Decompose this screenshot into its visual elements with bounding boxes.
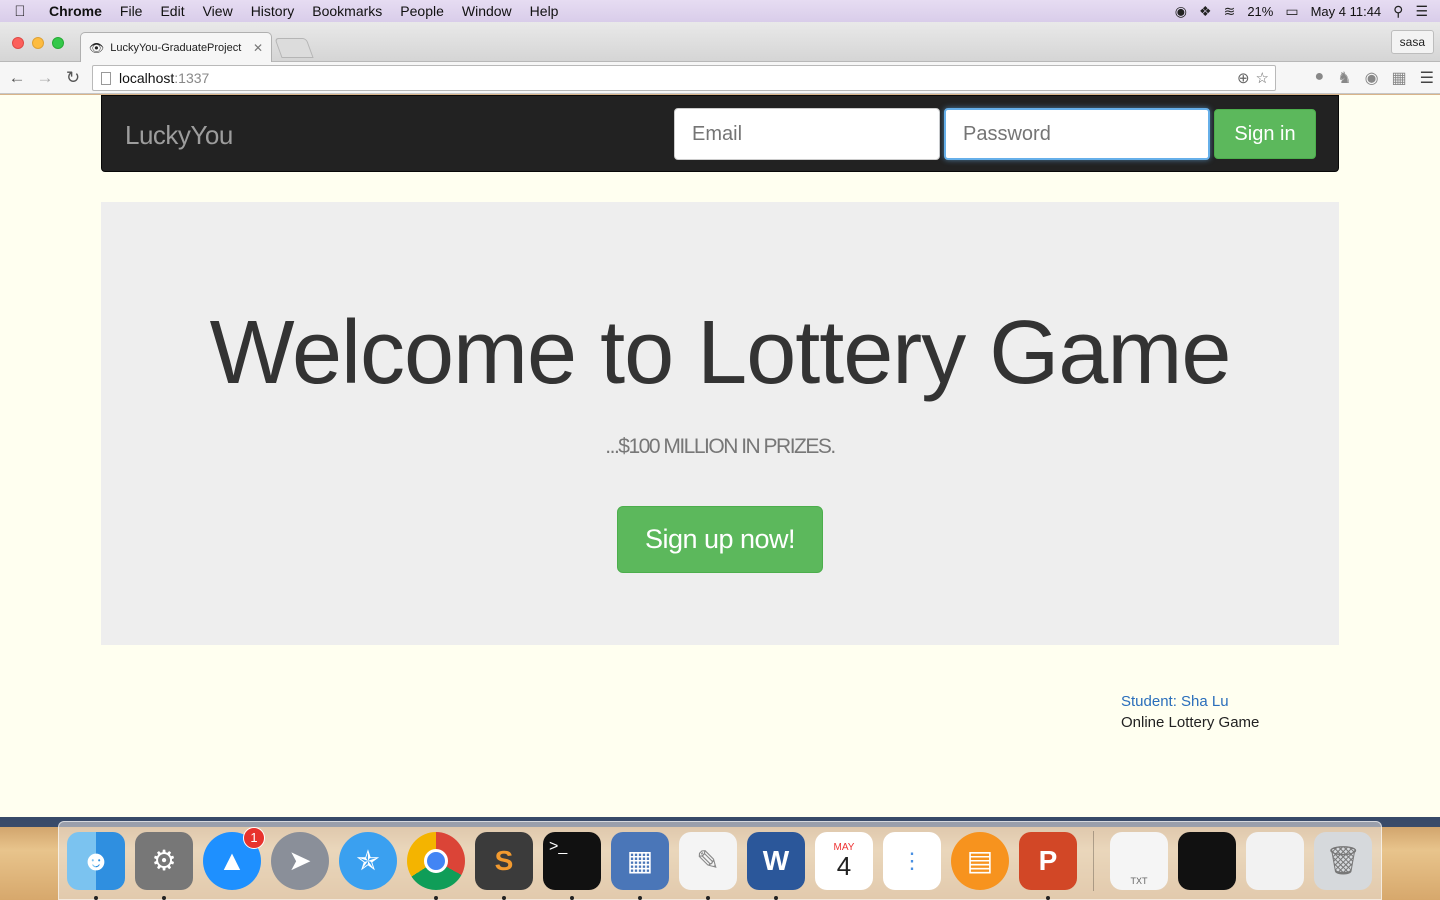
system-preferences-icon[interactable]: ⚙ [135, 831, 193, 900]
dock-separator [1093, 830, 1094, 891]
app-store-icon[interactable]: ▲ 1 [203, 826, 265, 890]
url-host: localhost [119, 70, 175, 86]
forward-arrow-icon[interactable]: → [31, 68, 59, 88]
tab-favicon-eye-icon: 👁 [89, 40, 105, 55]
dropbox-status-icon[interactable]: ❖ [1199, 3, 1212, 20]
chrome-icon[interactable] [407, 831, 465, 900]
calendar-icon[interactable]: MAY 4 [815, 831, 873, 890]
window-zoom-button[interactable] [52, 37, 64, 49]
extension-globe-icon[interactable]: ● [1315, 68, 1325, 88]
zoom-icon[interactable]: ⊕ [1237, 69, 1250, 87]
menu-view[interactable]: View [194, 3, 242, 19]
menu-help[interactable]: Help [521, 3, 568, 19]
finder-icon[interactable]: ☻ [67, 831, 125, 900]
powerpoint-icon[interactable]: P [1019, 831, 1077, 900]
site-brand[interactable]: LuckyYou [125, 120, 233, 151]
extension-puzzle-icon[interactable]: ▦ [1392, 68, 1407, 88]
menu-window[interactable]: Window [453, 3, 521, 19]
wifi-icon[interactable]: ≋ [1224, 3, 1236, 20]
safari-icon[interactable]: ✯ [339, 831, 397, 890]
tab-title: LuckyYou-GraduateProject [110, 41, 242, 54]
browser-tab-strip: 👁 LuckyYou-GraduateProject ✕ sasa [0, 22, 1440, 62]
textedit-icon[interactable]: ✎ [679, 831, 737, 900]
notification-center-icon[interactable]: ☰ [1415, 3, 1428, 20]
menu-clock[interactable]: May 4 11:44 [1311, 4, 1382, 19]
document-thumbnail-icon[interactable] [1246, 831, 1304, 890]
launchpad-icon[interactable]: ➤ [271, 831, 329, 890]
bookmark-star-icon[interactable]: ☆ [1256, 69, 1269, 87]
calendar-day: 4 [836, 851, 852, 881]
menu-extras: ◉ ❖ ≋ 21% ▭ May 4 11:44 ⚲ ☰ [1175, 3, 1440, 20]
menu-people[interactable]: People [391, 3, 453, 19]
address-bar[interactable]: localhost :1337 ⊕ ☆ [92, 65, 1276, 91]
txt-label: TXT [1130, 875, 1148, 886]
back-arrow-icon[interactable]: ← [3, 68, 31, 88]
alien-status-icon[interactable]: ◉ [1175, 3, 1187, 20]
chrome-menu-icon[interactable]: ☰ [1420, 68, 1434, 88]
page-icon [101, 71, 111, 85]
window-close-button[interactable] [12, 37, 24, 49]
extension-alien-icon[interactable]: ◉ [1365, 68, 1379, 88]
ibooks-icon[interactable]: ▤ [951, 831, 1009, 890]
profile-button[interactable]: sasa [1390, 30, 1434, 54]
extensions-area: ● ♞ ◉ ▦ ☰ [1315, 68, 1434, 88]
reminders-icon[interactable]: ⋮ [883, 831, 941, 890]
window-minimize-button[interactable] [32, 37, 44, 49]
terminal-window-thumbnail-icon[interactable] [1178, 831, 1236, 890]
email-input[interactable] [674, 108, 940, 160]
new-tab-button[interactable] [274, 38, 314, 58]
hero-jumbotron: Welcome to Lottery Game ...$100 MILLION … [101, 202, 1339, 645]
macos-dock: ☻ ⚙ ▲ 1 ➤ ✯ S >_ ▦ ✎ W MAY 4 ⋮ ▤ P TXT 🗑 [58, 821, 1382, 900]
battery-percent: 21% [1247, 3, 1274, 19]
spotlight-search-icon[interactable]: ⚲ [1393, 3, 1403, 20]
sign-in-button[interactable]: Sign in [1214, 109, 1316, 159]
sign-up-button[interactable]: Sign up now! [617, 506, 823, 573]
password-input[interactable] [944, 108, 1210, 160]
browser-tab-active[interactable]: 👁 LuckyYou-GraduateProject ✕ [80, 32, 272, 62]
url-port: :1337 [174, 70, 210, 86]
menu-edit[interactable]: Edit [151, 3, 193, 19]
menu-app-name[interactable]: Chrome [40, 3, 111, 19]
word-icon[interactable]: W [747, 831, 805, 900]
reload-icon[interactable]: ↻ [59, 68, 87, 88]
sublime-text-icon[interactable]: S [475, 831, 533, 900]
menu-file[interactable]: File [111, 3, 152, 19]
browser-toolbar: ← → ↻ localhost :1337 ⊕ ☆ ● ♞ ◉ ▦ ☰ [0, 62, 1440, 94]
page-viewport: LuckyYou Sign in Welcome to Lottery Game… [0, 95, 1440, 817]
extension-unicorn-icon[interactable]: ♞ [1337, 68, 1351, 88]
footer-project-text: Online Lottery Game [1121, 714, 1260, 731]
terminal-icon[interactable]: >_ [543, 831, 601, 900]
trash-icon[interactable]: 🗑 [1314, 831, 1372, 890]
menu-history[interactable]: History [242, 3, 304, 19]
menu-bookmarks[interactable]: Bookmarks [303, 3, 391, 19]
apple-menu-icon[interactable]:  [0, 3, 40, 20]
app-store-badge: 1 [243, 826, 265, 849]
txt-document-icon[interactable]: TXT [1110, 831, 1168, 890]
site-navbar: LuckyYou Sign in [101, 95, 1339, 172]
tab-close-icon[interactable]: ✕ [253, 41, 263, 55]
battery-charging-icon[interactable]: ▭ [1285, 3, 1298, 20]
virtualbox-icon[interactable]: ▦ [611, 831, 669, 900]
footer-student-link[interactable]: Student: Sha Lu [1121, 691, 1259, 712]
macos-menu-bar:  Chrome File Edit View History Bookmark… [0, 0, 1440, 22]
hero-subtitle: ...$100 MILLION IN PRIZES. [605, 435, 836, 458]
hero-title: Welcome to Lottery Game [209, 303, 1232, 403]
page-footer: Student: Sha Lu Online Lottery Game [1121, 691, 1259, 733]
